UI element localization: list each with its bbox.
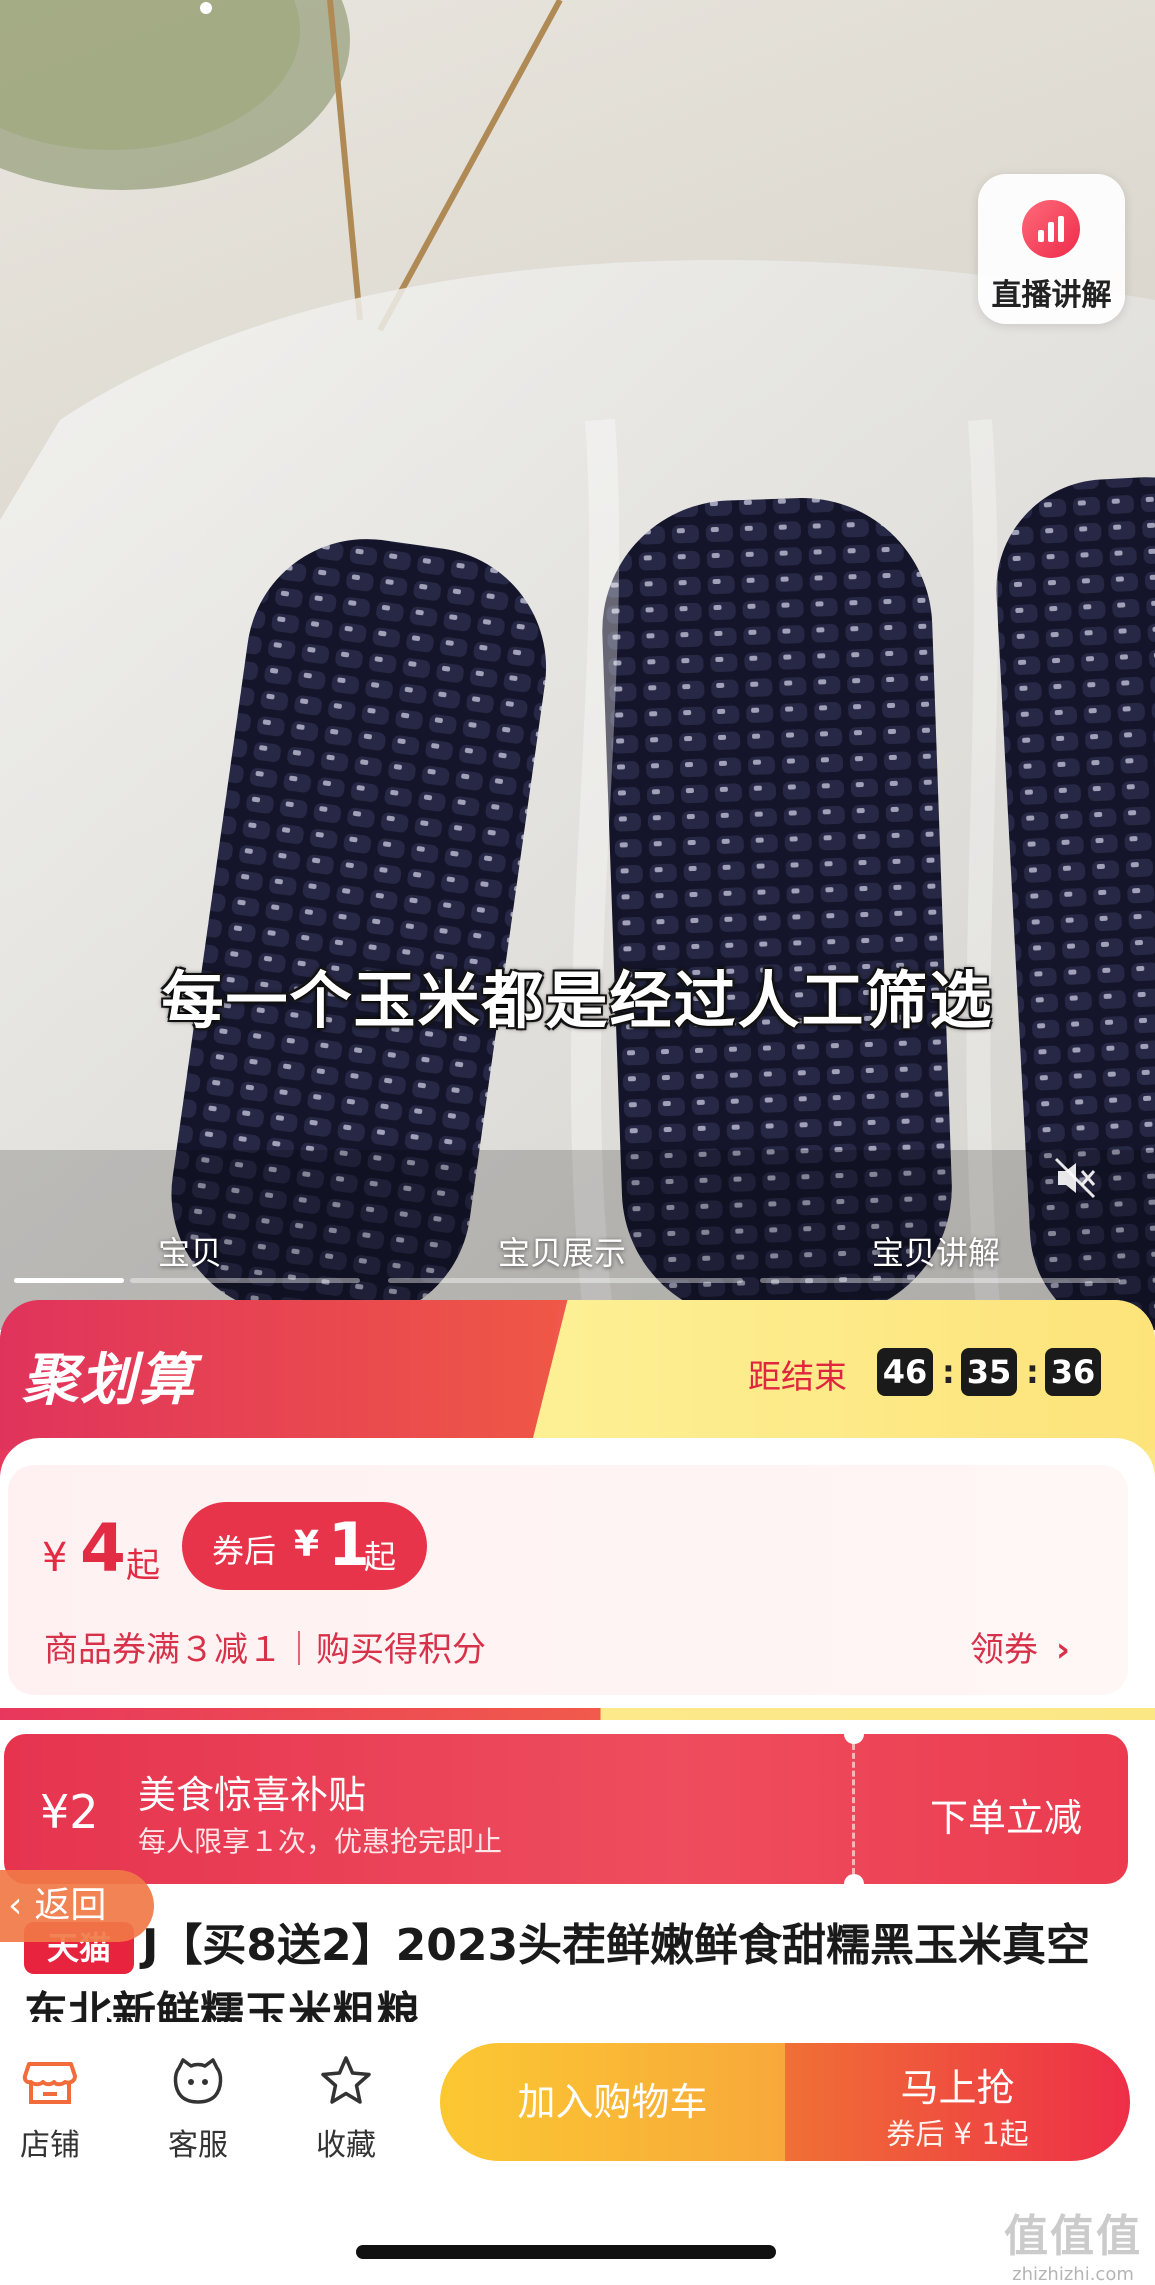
customer-service-icon [169, 2052, 227, 2110]
price-from: 起 [126, 1546, 160, 1586]
product-title: J【买8送2】2023头茬鲜嫩鲜食甜糯黑玉米真空东北新鲜糯玉米粗粮 [24, 1920, 1091, 2028]
tab-progress-track [760, 1278, 1120, 1283]
countdown-seconds: 36 [1045, 1348, 1101, 1396]
favorite-label: 收藏 [316, 2128, 376, 2163]
price-value: 4 [80, 1510, 126, 1587]
add-to-cart-button[interactable]: 加入购物车 [440, 2043, 785, 2161]
store-button[interactable]: 店铺 [0, 2052, 100, 2164]
subsidy-title: 美食惊喜补贴 [138, 1773, 367, 1817]
live-stream-icon [1022, 200, 1080, 258]
coupon-price-label: 券后 [212, 1532, 277, 1570]
subsidy-divider [852, 1744, 855, 1874]
store-icon [21, 2052, 79, 2110]
countdown-separator: : [1026, 1353, 1039, 1391]
live-explain-button[interactable]: 直播讲解 [978, 174, 1125, 324]
get-coupon-label: 领券 [970, 1630, 1038, 1670]
customer-service-button[interactable]: 客服 [148, 2052, 248, 2164]
watermark: 值值值 zhizhizhi.com [998, 2200, 1148, 2285]
ticket-notch [844, 1734, 864, 1744]
store-label: 店铺 [20, 2128, 80, 2163]
countdown-separator: : [942, 1353, 955, 1391]
coupon-price-currency: ¥ [294, 1524, 320, 1565]
buy-now-coupon-price: 券后 ¥ 1起 [886, 2117, 1029, 2151]
juhuasuan-logo: 聚划算 [22, 1348, 196, 1413]
buy-now-button[interactable]: 马上抢 券后 ¥ 1起 [785, 2043, 1130, 2161]
subsidy-description: 每人限享１次，优惠抢完即止 [138, 1825, 503, 1858]
product-video[interactable]: 直播讲解 每一个玉米都是经过人工筛选 宝贝 宝贝展示 宝贝讲解 [0, 0, 1155, 1330]
tab-product[interactable]: 宝贝 [158, 1228, 222, 1274]
star-icon [317, 2052, 375, 2110]
muted-speaker-icon[interactable] [1052, 1155, 1098, 1201]
buy-now-label: 马上抢 [900, 2066, 1015, 2110]
coupon-info: 商品券满３减１｜购买得积分 [44, 1630, 486, 1670]
countdown-minutes: 35 [961, 1348, 1017, 1396]
countdown-hours: 46 [877, 1348, 933, 1396]
countdown-label: 距结束 [748, 1357, 847, 1396]
chevron-left-icon: ‹ [8, 1885, 23, 1926]
get-coupon-button[interactable]: 领券 › [970, 1622, 1070, 1671]
tab-progress-fill [14, 1278, 124, 1283]
coupon-price-pill: 券后 ¥ 1 起 [182, 1502, 427, 1590]
chevron-right-icon: › [1056, 1630, 1071, 1670]
video-subtitle: 每一个玉米都是经过人工筛选 [161, 964, 994, 1037]
subsidy-action[interactable]: 下单立减 [930, 1787, 1082, 1842]
customer-service-label: 客服 [168, 2128, 228, 2163]
watermark-url: zhizhizhi.com [1012, 2264, 1134, 2285]
status-dot [200, 2, 212, 14]
back-button[interactable]: ‹ 返回 [0, 1870, 154, 1942]
watermark-logo: 值值值 [1004, 2211, 1142, 2262]
favorite-button[interactable]: 收藏 [296, 2052, 396, 2164]
home-indicator [356, 2245, 776, 2259]
tab-product-showcase[interactable]: 宝贝展示 [498, 1228, 626, 1274]
tab-progress-track [388, 1278, 743, 1283]
live-explain-label: 直播讲解 [991, 278, 1112, 313]
ticket-notch [844, 1874, 864, 1884]
tab-progress-track [130, 1278, 360, 1283]
price-currency: ¥ [42, 1535, 68, 1581]
back-label: 返回 [34, 1885, 107, 1926]
subsidy-amount: ¥2 [40, 1785, 99, 1839]
product-detail-page: 直播讲解 每一个玉米都是经过人工筛选 宝贝 宝贝展示 宝贝讲解 聚划算 距结束 … [0, 0, 1155, 2285]
coupon-price-from: 起 [364, 1538, 397, 1576]
tab-product-explain[interactable]: 宝贝讲解 [872, 1228, 1000, 1274]
